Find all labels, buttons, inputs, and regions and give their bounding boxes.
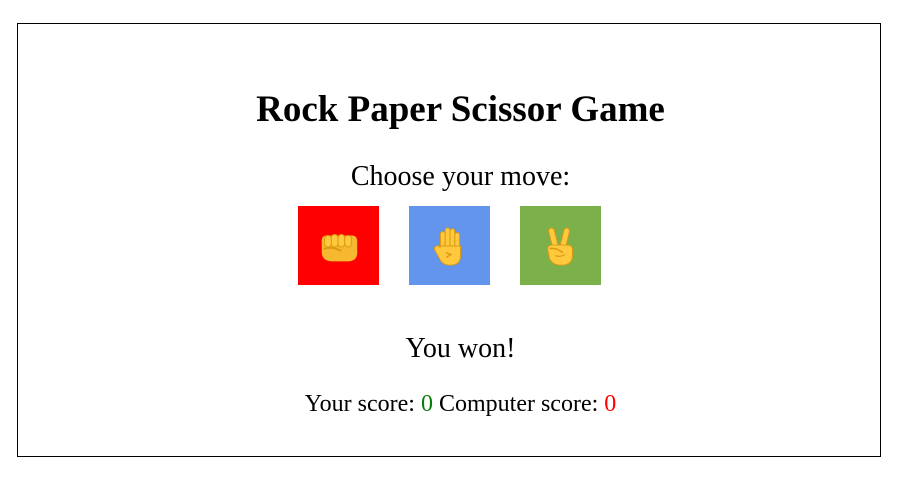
game-title: Rock Paper Scissor Game (256, 89, 665, 130)
rock-button[interactable] (298, 206, 379, 285)
player-score-label: Your score: (304, 391, 421, 417)
move-prompt: Choose your move: (350, 161, 571, 192)
computer-score-label: Computer score: (432, 391, 605, 417)
paper-button[interactable] (409, 206, 490, 285)
victory-hand-icon (538, 223, 584, 269)
score-line: Your score: 0 Computer score: 0 (0, 389, 921, 419)
fist-icon (316, 223, 362, 269)
scissor-button[interactable] (520, 206, 601, 285)
computer-score-value: 0 (604, 391, 617, 417)
move-buttons (298, 206, 601, 285)
result-message: You won! (405, 333, 516, 364)
player-score-value: 0 (420, 391, 433, 417)
raised-hand-icon (427, 223, 473, 269)
